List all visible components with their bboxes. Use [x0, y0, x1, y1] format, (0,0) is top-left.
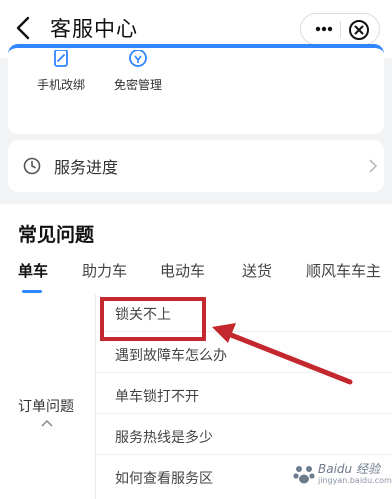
password-free-label: 免密管理 [113, 78, 162, 92]
highlight-box [100, 297, 206, 341]
question-label: 如何查看服务区 [115, 471, 213, 487]
account-actions-card: 手机改绑 免密管理 [8, 44, 384, 134]
page-title: 客服中心 [50, 17, 138, 41]
service-progress-row[interactable]: 服务进度 [8, 140, 384, 192]
edit-phone-icon [54, 50, 68, 67]
category-order-issues[interactable]: 订单问题 [18, 396, 74, 416]
question-item[interactable]: 服务热线是多少 [97, 417, 392, 455]
watermark-url: jingyan.baidu.com [318, 476, 392, 485]
mini-program-capsule [300, 13, 380, 45]
tab-electric-bike[interactable]: 电动车 [160, 260, 205, 281]
question-item[interactable]: 单车锁打不开 [97, 376, 392, 414]
password-free-icon [129, 50, 147, 67]
password-free-button[interactable]: 免密管理 [93, 48, 183, 93]
tab-delivery[interactable]: 送货 [242, 260, 272, 281]
question-label: 遇到故障车怎么办 [115, 348, 227, 364]
baidu-watermark: Baidu 经验 jingyan.baidu.com [292, 454, 392, 494]
back-arrow-icon[interactable] [10, 12, 38, 44]
clock-icon [23, 157, 41, 175]
service-progress-label: 服务进度 [54, 158, 119, 177]
tab-bike[interactable]: 单车 [18, 260, 48, 281]
more-icon[interactable] [309, 14, 339, 44]
paw-logo-icon [293, 466, 315, 484]
chevron-up-icon[interactable] [40, 418, 54, 428]
watermark-text: Baidu 经验 [318, 462, 380, 476]
faq-title: 常见问题 [18, 224, 95, 246]
question-label: 单车锁打不开 [115, 389, 199, 405]
active-tab-indicator [22, 290, 42, 293]
close-icon[interactable] [346, 17, 372, 43]
category-column: 订单问题 [0, 294, 96, 499]
tab-carpool-driver[interactable]: 顺风车车主 [306, 260, 381, 281]
tab-ebike-assist[interactable]: 助力车 [82, 260, 127, 281]
question-label: 服务热线是多少 [115, 430, 213, 446]
chevron-right-icon [369, 159, 378, 173]
capsule-divider [340, 21, 341, 38]
faq-tabs: 单车 助力车 电动车 送货 顺风车车主 [0, 256, 392, 296]
